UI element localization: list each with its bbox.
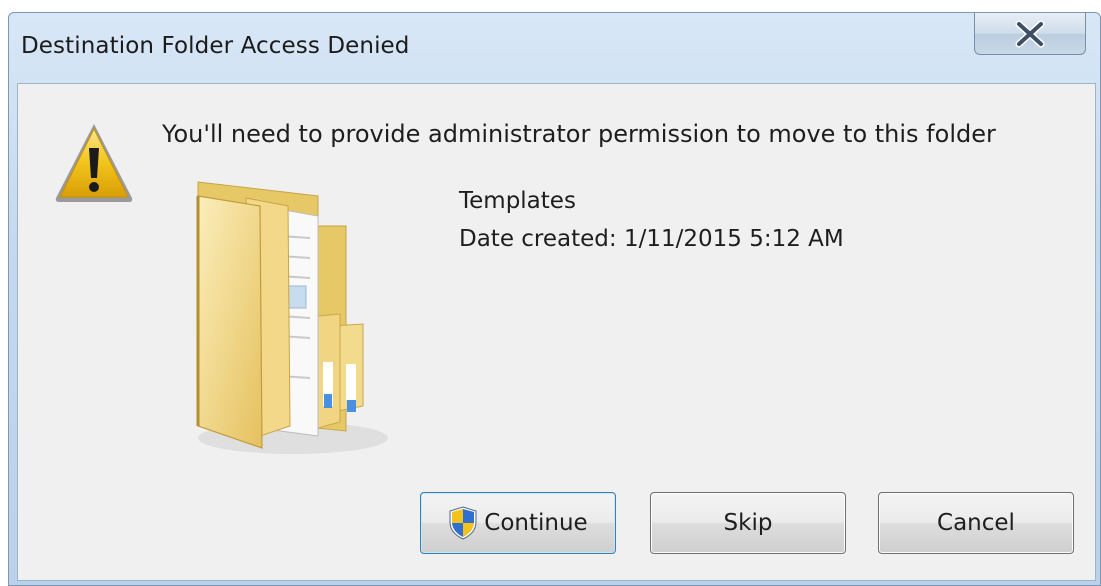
close-icon xyxy=(1015,20,1045,47)
cancel-button[interactable]: Cancel xyxy=(878,492,1074,554)
skip-label: Skip xyxy=(723,510,773,536)
continue-button[interactable]: Continue xyxy=(420,492,616,554)
continue-label: Continue xyxy=(484,510,588,536)
folder-name: Templates xyxy=(459,188,576,214)
close-button[interactable] xyxy=(974,13,1086,55)
warning-icon xyxy=(55,124,133,202)
uac-shield-icon xyxy=(449,506,477,540)
folder-icon xyxy=(196,181,388,454)
dialog-title: Destination Folder Access Denied xyxy=(21,33,410,59)
skip-button[interactable]: Skip xyxy=(650,492,846,554)
folder-date-created: Date created: 1/11/2015 5:12 AM xyxy=(459,226,844,252)
access-denied-dialog: Destination Folder Access Denied You'll … xyxy=(8,12,1101,586)
permission-message: You'll need to provide administrator per… xyxy=(162,120,996,148)
title-bar[interactable]: Destination Folder Access Denied xyxy=(9,13,1100,81)
dialog-body: You'll need to provide administrator per… xyxy=(17,83,1096,581)
cancel-label: Cancel xyxy=(937,510,1015,536)
